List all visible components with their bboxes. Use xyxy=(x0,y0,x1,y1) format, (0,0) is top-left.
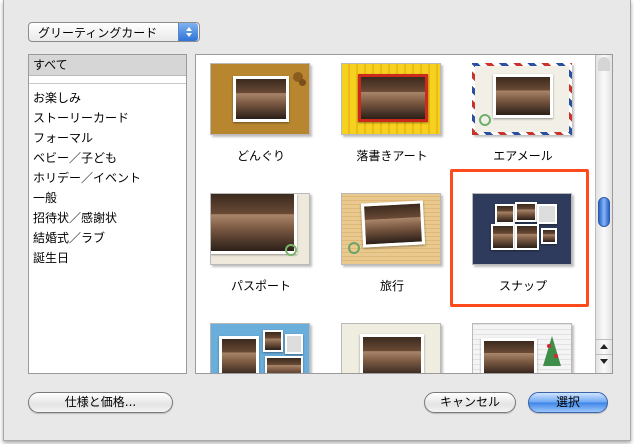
popup-arrows-icon xyxy=(178,23,198,41)
scrollbar-thumb[interactable] xyxy=(598,197,610,227)
category-item-fun[interactable]: お楽しみ xyxy=(29,88,186,108)
category-item-invitation-thanks[interactable]: 招待状／感謝状 xyxy=(29,208,186,228)
category-item-formal[interactable]: フォーマル xyxy=(29,128,186,148)
card-blue-snap[interactable] xyxy=(196,315,321,373)
card-thumbnail xyxy=(341,193,441,265)
card-passport[interactable]: パスポート xyxy=(196,185,321,313)
category-item-general[interactable]: 一般 xyxy=(29,188,186,208)
card-label: パスポート xyxy=(230,279,291,293)
category-item-all[interactable]: すべて xyxy=(29,55,186,76)
card-theme-grid: どんぐり 落書きアート エアメール パスポート 旅行 スナップ xyxy=(195,54,613,374)
card-label: エアメール xyxy=(493,149,553,163)
category-item-holiday-event[interactable]: ホリデー／イベント xyxy=(29,168,186,188)
card-label: どんぐり xyxy=(236,149,285,163)
arrow-up-icon xyxy=(600,344,608,349)
card-thumbnail xyxy=(210,193,310,265)
category-item-story-card[interactable]: ストーリーカード xyxy=(29,108,186,128)
card-thumbnail xyxy=(472,323,572,373)
category-separator xyxy=(29,76,186,84)
category-list[interactable]: すべて お楽しみ ストーリーカード フォーマル ベビー／子ども ホリデー／イベン… xyxy=(28,54,187,374)
card-label: 旅行 xyxy=(379,279,404,293)
specs-and-pricing-button[interactable]: 仕様と価格... xyxy=(28,392,173,413)
select-button[interactable]: 選択 xyxy=(528,392,608,413)
card-holiday[interactable] xyxy=(458,315,583,373)
grid-scrollbar[interactable] xyxy=(595,55,612,373)
card-label: 落書きアート xyxy=(356,149,428,163)
selection-highlight xyxy=(450,169,589,307)
cancel-button[interactable]: キャンセル xyxy=(424,392,516,413)
card-thumbnail xyxy=(472,63,572,135)
category-item-baby-kids[interactable]: ベビー／子ども xyxy=(29,148,186,168)
category-item-birthday[interactable]: 誕生日 xyxy=(29,248,186,268)
card-thumbnail xyxy=(210,63,310,135)
card-travel[interactable]: 旅行 xyxy=(327,185,452,313)
card-type-popup-label: グリーティングカード xyxy=(38,25,158,40)
card-acorn[interactable]: どんぐり xyxy=(196,55,321,183)
card-thumbnail xyxy=(341,63,441,135)
card-thumbnail xyxy=(210,323,310,373)
card-thumbnail xyxy=(341,323,441,373)
card-doodle[interactable]: 落書きアート xyxy=(327,55,452,183)
category-item-wedding-love[interactable]: 結婚式／ラブ xyxy=(29,228,186,248)
card-picker-sheet: グリーティングカード すべて お楽しみ ストーリーカード フォーマル ベビー／子… xyxy=(3,0,631,441)
scroll-up-button[interactable] xyxy=(596,339,612,353)
card-airmail[interactable]: エアメール xyxy=(458,55,583,183)
scroll-down-button[interactable] xyxy=(596,354,612,368)
card-plain[interactable] xyxy=(327,315,452,373)
arrow-down-icon xyxy=(600,359,608,364)
card-type-popup[interactable]: グリーティングカード xyxy=(28,22,200,42)
tree-icon xyxy=(543,336,561,366)
